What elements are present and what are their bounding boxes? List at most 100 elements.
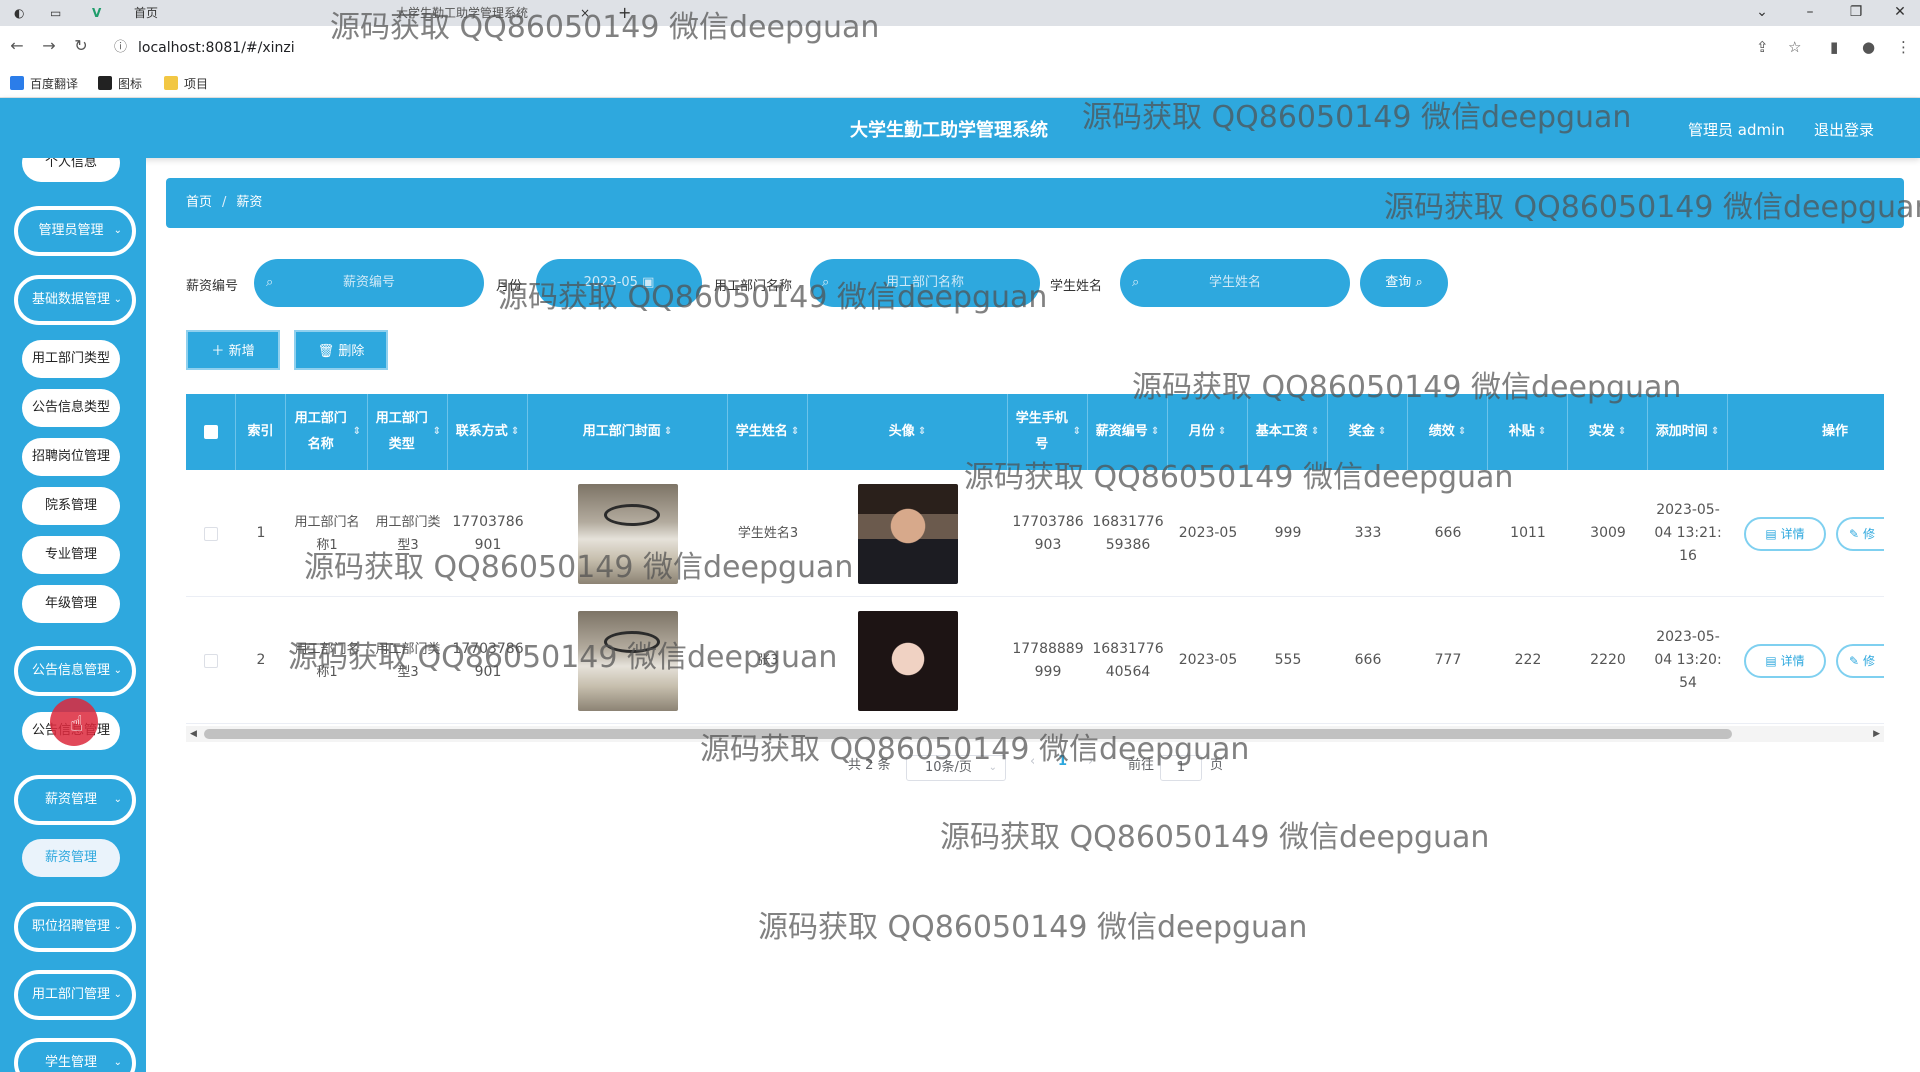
select-all-checkbox[interactable] [186,394,236,470]
avatar-image[interactable] [858,610,958,711]
bookmarks-bar: 百度翻译 图标 项目 [0,68,1920,98]
minimize-icon[interactable]: – [1790,0,1830,26]
tab-list-icon[interactable]: ⌄ [1742,0,1782,26]
sidebar-group-admin[interactable]: 管理员管理 ⌄ [14,206,136,256]
sort-icon[interactable]: ⇕ [1378,419,1386,445]
bookmark-project[interactable]: 项目 [164,75,208,92]
sidebar-item-salary[interactable]: 薪资管理 [22,839,120,877]
salary-no-input[interactable]: ⌕ 薪资编号 [254,259,484,307]
query-label: 查询 [1385,275,1412,290]
sort-icon[interactable]: ⇕ [433,419,441,445]
bookmark-icons[interactable]: 图标 [98,75,142,92]
close-window-icon[interactable]: ✕ [1880,0,1920,26]
col-label: 用工部门类型 [375,411,428,452]
edit-button[interactable]: ✎ 修 [1836,643,1884,678]
avatar-image[interactable] [858,483,958,584]
watermark: 源码获取 QQ86050149 微信deepguan [330,10,880,45]
sidebar-group-salary[interactable]: 薪资管理 ⌄ [14,775,136,825]
detail-label: 详情 [1780,526,1805,541]
row-checkbox[interactable] [186,597,236,724]
bookmark-translate[interactable]: 百度翻译 [10,75,78,92]
sidebar-item-label: 院系管理 [44,498,97,513]
sidebar-item-label: 职位招聘管理 [31,919,110,934]
col-label: 实发 [1588,424,1615,439]
scroll-right-icon[interactable]: ▶ [1873,726,1880,742]
sort-icon[interactable]: ⇕ [511,419,519,445]
sidepanel-icon[interactable]: ▮ [1830,38,1838,56]
profile-icon[interactable]: ● [1862,38,1875,56]
sidebar-item-label: 用工部门管理 [31,987,110,1002]
bookmark-label: 图标 [118,77,143,91]
cell-actions: ▤ 详情 ✎ 修 [1740,470,1884,597]
cell-index: 2 [256,652,266,668]
tab-home[interactable]: 首页 [134,0,158,26]
sort-icon[interactable]: ⇕ [1218,419,1226,445]
sidebar-item-label: 基础数据管理 [31,292,110,307]
cell-avatar [808,597,1008,724]
sort-icon[interactable]: ⇕ [664,419,672,445]
col-phone[interactable]: 联系方式 ⇕ [448,394,528,470]
sidebar-item-grade[interactable]: 年级管理 [22,585,120,623]
detail-button[interactable]: ▤ 详情 [1744,643,1826,678]
sidebar-item-faculty[interactable]: 院系管理 [22,487,120,525]
sort-icon[interactable]: ⇕ [353,419,361,445]
share-icon[interactable]: ⇪ [1756,38,1769,56]
edit-button[interactable]: ✎ 修 [1836,516,1884,551]
watermark: 源码获取 QQ86050149 微信deepguan [700,732,1250,767]
breadcrumb-home[interactable]: 首页 [186,195,212,210]
col-actions: 操作 [1728,394,1884,470]
row-checkbox[interactable] [186,470,236,597]
sidebar-item-label: 专业管理 [44,547,97,562]
logout-link[interactable]: 退出登录 [1814,119,1874,140]
sidebar-group-recruit[interactable]: 职位招聘管理 ⌄ [14,902,136,952]
col-dept-type[interactable]: 用工部门类型 ⇕ [368,394,448,470]
bookmark-star-icon[interactable]: ☆ [1788,38,1801,56]
col-label: 学生姓名 [735,424,788,439]
col-label: 用工部门封面 [582,424,661,439]
sort-icon[interactable]: ⇕ [1711,419,1719,445]
cell-actions: ▤ 详情 ✎ 修 [1740,597,1884,724]
chevron-down-icon: ⌄ [113,1057,122,1068]
vue-icon: V [92,6,102,20]
sidebar-group-notice[interactable]: 公告信息管理 ⌄ [14,646,136,696]
sidebar-item-label: 个人信息 [44,158,97,170]
query-button[interactable]: 查询 ⌕ [1360,259,1448,307]
sort-icon[interactable]: ⇕ [1151,419,1159,445]
sidebar-group-basedata[interactable]: 基础数据管理 ⌄ [14,275,136,325]
forward-icon[interactable]: → [38,36,60,55]
sidebar-item-profile[interactable]: 个人信息 [22,158,120,182]
trash-icon: 🗑 [317,344,335,359]
scroll-left-icon[interactable]: ◀ [190,726,197,742]
sidebar-item-notice-type[interactable]: 公告信息类型 [22,389,120,427]
menu-kebab-icon[interactable]: ⋮ [1896,38,1911,56]
col-student-name[interactable]: 学生姓名 ⇕ [728,394,808,470]
col-dept-cover[interactable]: 用工部门封面 ⇕ [528,394,728,470]
sidebar-item-major[interactable]: 专业管理 [22,536,120,574]
sort-icon[interactable]: ⇕ [1618,419,1626,445]
sort-icon[interactable]: ⇕ [1458,419,1466,445]
sort-icon[interactable]: ⇕ [918,419,926,445]
sort-icon[interactable]: ⇕ [1311,419,1319,445]
sidebar-group-student[interactable]: 学生管理 ⌄ [14,1038,136,1072]
sort-icon[interactable]: ⇕ [1538,419,1546,445]
sort-icon[interactable]: ⇕ [1073,419,1081,445]
sort-icon[interactable]: ⇕ [791,419,799,445]
sidebar-item-dept-type[interactable]: 用工部门类型 [22,340,120,378]
sidebar-group-dept[interactable]: 用工部门管理 ⌄ [14,970,136,1020]
back-icon[interactable]: ← [6,36,28,55]
sidebar-item-job-post[interactable]: 招聘岗位管理 [22,438,120,476]
col-dept-name[interactable]: 用工部门名称 ⇕ [286,394,368,470]
watermark: 源码获取 QQ86050149 微信deepguan [304,550,854,585]
col-label: 基本工资 [1255,424,1308,439]
student-name-input[interactable]: ⌕ 学生姓名 [1120,259,1350,307]
url-text: localhost:8081/#/xinzi [138,40,295,56]
reload-icon[interactable]: ↻ [70,36,92,55]
tab-blank[interactable]: ▭ [50,0,61,26]
sidebar: 个人信息 管理员管理 ⌄ 基础数据管理 ⌄ 用工部门类型 公告信息类型 招聘岗位管理… [0,158,146,1072]
detail-button[interactable]: ▤ 详情 [1744,516,1826,551]
col-label: 索引 [247,424,274,439]
add-button[interactable]: ＋ 新增 [186,330,280,370]
chevron-down-icon: ⌄ [113,225,122,236]
restore-icon[interactable]: ❐ [1836,0,1876,26]
delete-button[interactable]: 🗑 删除 [294,330,388,370]
